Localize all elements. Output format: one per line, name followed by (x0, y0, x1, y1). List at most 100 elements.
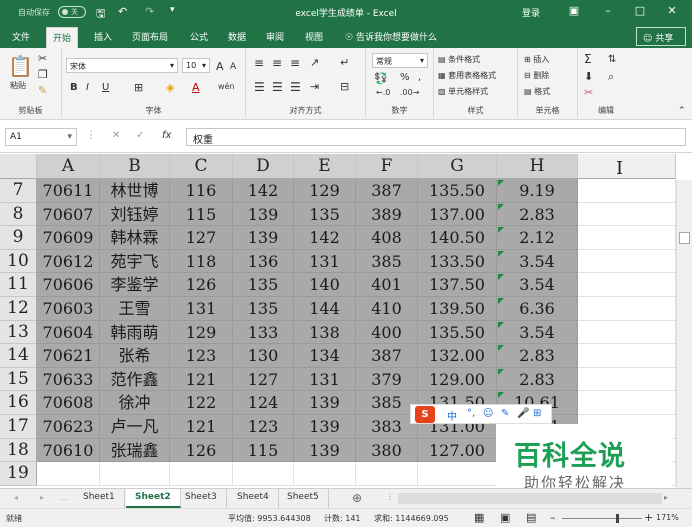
insert-function-button[interactable]: fx (162, 130, 171, 141)
page-layout-view-icon[interactable]: ▣ (500, 511, 510, 524)
tab-home[interactable]: 开始 (46, 27, 79, 48)
cell-c8[interactable]: 115 (170, 202, 233, 227)
cell-f13[interactable]: 400 (356, 320, 418, 345)
increase-decimal-icon[interactable]: ←.0 (376, 88, 390, 97)
minimize-icon[interactable]: – (598, 4, 618, 17)
align-right-icon[interactable]: ☰ (290, 80, 301, 94)
cell-g7[interactable]: 135.50 (418, 179, 497, 203)
horizontal-scrollbar[interactable] (398, 493, 662, 504)
cell-a18[interactable]: 70610 (37, 438, 100, 463)
cell-d18[interactable]: 115 (233, 438, 294, 463)
format-painter-icon[interactable]: ✎ (38, 84, 47, 97)
cell-b16[interactable]: 徐冲 (100, 391, 170, 415)
cell-styles-button[interactable]: ▧ 单元格样式 (438, 86, 488, 97)
zoom-level[interactable]: 171% (656, 513, 679, 522)
column-header-d[interactable]: D (233, 154, 294, 179)
cell-c18[interactable]: 126 (170, 438, 233, 463)
cell-b18[interactable]: 张瑞鑫 (100, 438, 170, 463)
zoom-slider-thumb[interactable] (616, 514, 619, 523)
cell-g9[interactable]: 140.50 (418, 226, 497, 250)
cell-f12[interactable]: 410 (356, 297, 418, 321)
column-header-f[interactable]: F (356, 154, 418, 179)
formula-input[interactable]: 权重 (186, 128, 686, 146)
fill-icon[interactable]: ⬇ (584, 70, 593, 83)
cell-g18[interactable]: 127.00 (418, 438, 497, 463)
error-indicator-icon[interactable] (498, 298, 504, 304)
ime-punctuation-toggle[interactable]: °, (467, 408, 475, 419)
align-center-icon[interactable]: ☰ (272, 80, 283, 94)
cell-g10[interactable]: 133.50 (418, 249, 497, 274)
cell-e18[interactable]: 139 (294, 438, 356, 463)
cell-h10[interactable]: 3.54 (497, 249, 578, 274)
font-name-select[interactable]: 宋体 ▾ (66, 58, 178, 73)
cell-f8[interactable]: 389 (356, 202, 418, 227)
format-cells-button[interactable]: ▤ 格式 (524, 86, 550, 97)
align-middle-icon[interactable]: ≡ (272, 56, 282, 70)
row-header[interactable]: 11 (0, 273, 37, 297)
cell-d9[interactable]: 139 (233, 226, 294, 250)
row-header[interactable]: 9 (0, 226, 37, 250)
scroll-thumb[interactable] (679, 232, 690, 244)
cell-c14[interactable]: 123 (170, 344, 233, 368)
cell-a7[interactable]: 70611 (37, 179, 100, 203)
cell-d16[interactable]: 124 (233, 391, 294, 415)
cell-b7[interactable]: 林世博 (100, 179, 170, 203)
ime-mode-toggle[interactable]: 中 (447, 408, 457, 423)
align-left-icon[interactable]: ☰ (254, 80, 265, 94)
select-all-corner[interactable] (0, 154, 37, 179)
number-format-select[interactable]: 常规 ▾ (372, 53, 428, 68)
cell-a11[interactable]: 70606 (37, 273, 100, 297)
cell-c17[interactable]: 121 (170, 415, 233, 439)
italic-button[interactable]: I (86, 82, 89, 93)
error-indicator-icon[interactable] (498, 274, 504, 281)
error-indicator-icon[interactable] (498, 250, 504, 257)
cell-c15[interactable]: 121 (170, 367, 233, 392)
cell-b19[interactable] (100, 462, 170, 486)
sheet-tab-sheet3[interactable]: Sheet3 (176, 489, 227, 508)
cell-i13[interactable] (578, 320, 676, 345)
error-indicator-icon[interactable] (498, 368, 504, 375)
find-icon[interactable]: ⌕ (608, 70, 614, 84)
shrink-font-button[interactable]: A (230, 62, 236, 72)
collapse-ribbon-icon[interactable]: ⌃ (678, 106, 686, 116)
zoom-in-icon[interactable]: + (644, 511, 653, 524)
currency-icon[interactable]: 💱 (374, 72, 388, 85)
cancel-icon[interactable]: ✕ (112, 130, 120, 141)
cell-h13[interactable]: 3.54 (497, 320, 578, 345)
cell-c19[interactable] (170, 462, 233, 486)
cell-c9[interactable]: 127 (170, 226, 233, 250)
zoom-slider[interactable] (562, 518, 642, 519)
cell-g12[interactable]: 139.50 (418, 297, 497, 321)
cell-e13[interactable]: 138 (294, 320, 356, 345)
cell-a12[interactable]: 70603 (37, 297, 100, 321)
cell-f7[interactable]: 387 (356, 179, 418, 203)
cell-i16[interactable] (578, 391, 676, 415)
cell-f18[interactable]: 380 (356, 438, 418, 463)
tab-file[interactable]: 文件 (12, 30, 30, 43)
column-header-b[interactable]: B (100, 154, 170, 179)
share-button[interactable]: ☺ 共享 (636, 27, 686, 46)
cell-a15[interactable]: 70633 (37, 367, 100, 392)
column-header-c[interactable]: C (170, 154, 233, 179)
ime-toolbar[interactable]: S 中 °, ☺ ✎ 🎤 ⊞ (410, 404, 552, 424)
cell-b15[interactable]: 范作鑫 (100, 367, 170, 392)
more-sheets-icon[interactable]: … (60, 493, 68, 502)
comma-button[interactable]: , (418, 72, 421, 83)
delete-cells-button[interactable]: ⊟ 删除 (524, 70, 549, 81)
cell-e11[interactable]: 140 (294, 273, 356, 297)
maximize-icon[interactable]: □ (630, 4, 650, 17)
page-break-view-icon[interactable]: ▤ (526, 511, 536, 524)
column-header-e[interactable]: E (294, 154, 356, 179)
cell-h14[interactable]: 2.83 (497, 344, 578, 368)
cell-a19[interactable] (37, 462, 100, 486)
decrease-decimal-icon[interactable]: .00→ (400, 88, 419, 97)
cell-e9[interactable]: 142 (294, 226, 356, 250)
underline-button[interactable]: U (102, 82, 109, 93)
cell-a17[interactable]: 70623 (37, 415, 100, 439)
cell-g11[interactable]: 137.50 (418, 273, 497, 297)
cell-i11[interactable] (578, 273, 676, 297)
tab-insert[interactable]: 插入 (94, 30, 112, 43)
error-indicator-icon[interactable] (498, 392, 504, 399)
error-indicator-icon[interactable] (498, 321, 504, 328)
cell-d19[interactable] (233, 462, 294, 486)
